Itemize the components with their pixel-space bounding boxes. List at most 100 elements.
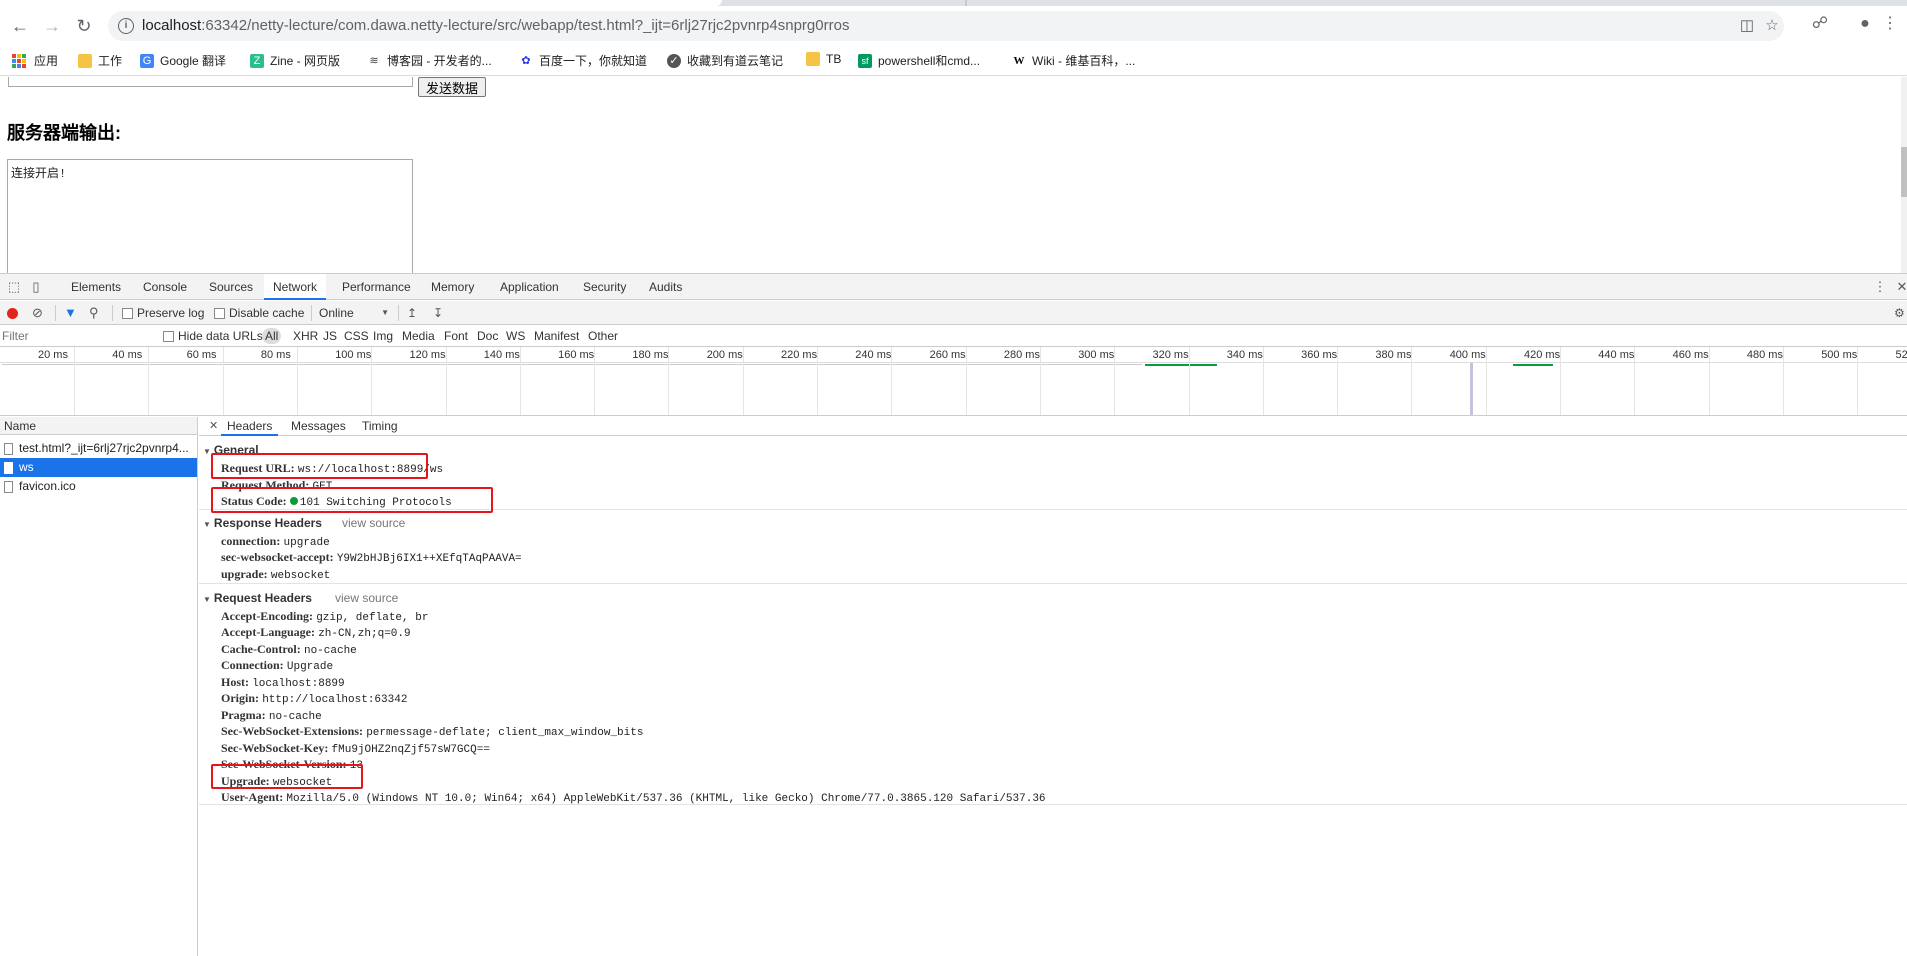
profile-icon[interactable]: ●	[1855, 14, 1875, 34]
timeline-grid-line	[1485, 347, 1487, 415]
bookmark-baidu[interactable]: ✿ 百度一下，你就知道	[519, 52, 647, 69]
timeline-grid-line	[1114, 347, 1116, 415]
clear-icon[interactable]: ⊘	[32, 304, 43, 322]
bookmark-label: 收藏到有道云笔记	[687, 54, 784, 68]
tab-performance[interactable]: Performance	[333, 274, 420, 300]
timeline-marker	[1470, 363, 1473, 415]
close-devtools-icon[interactable]: ✕	[1894, 279, 1907, 295]
filter-type-media[interactable]: Media	[399, 328, 438, 344]
tab-security[interactable]: Security	[574, 274, 635, 300]
bookmark-apps[interactable]: 应用	[12, 52, 58, 69]
response-headers-title[interactable]: ▼ Response Headers	[203, 516, 322, 530]
view-source-link[interactable]: view source	[335, 591, 398, 605]
tab-network[interactable]: Network	[264, 274, 327, 300]
bookmark-work[interactable]: 工作	[78, 52, 122, 69]
forward-icon[interactable]: →	[40, 14, 64, 38]
bookmark-powershell[interactable]: sf powershell和cmd...	[858, 52, 980, 69]
devtools-tab-bar: ⬚ ▯ Elements Console Sources Network Per…	[0, 274, 1907, 300]
preserve-log-checkbox[interactable]: Preserve log	[122, 304, 204, 322]
caret-down-icon: ▼	[203, 595, 211, 604]
tab-messages[interactable]: Messages	[285, 417, 352, 436]
translate-icon[interactable]: ◫	[1738, 17, 1756, 35]
tab-timing[interactable]: Timing	[356, 417, 404, 436]
header-row: sec-websocket-accept: Y9W2bHJBj6IX1++XEf…	[221, 550, 522, 565]
extension-icon[interactable]: ☍	[1810, 14, 1830, 34]
filter-icon[interactable]: ▼	[64, 304, 77, 322]
scrollbar-thumb[interactable]	[1901, 147, 1907, 197]
header-value: localhost:8899	[252, 678, 345, 690]
page-viewport: 发送数据 服务器端输出: 连接开启!	[0, 77, 1907, 273]
bookmark-label: Wiki - 维基百科，...	[1032, 54, 1136, 68]
filter-type-all[interactable]: All	[262, 328, 282, 344]
header-key: Request URL:	[221, 461, 295, 475]
view-source-link[interactable]: view source	[342, 516, 405, 530]
tab-sources[interactable]: Sources	[200, 274, 262, 300]
omnibox[interactable]: i localhost:63342/netty-lecture/com.dawa…	[108, 11, 1784, 41]
filter-type-font[interactable]: Font	[441, 328, 471, 344]
tab-application[interactable]: Application	[491, 274, 568, 300]
throttle-select[interactable]: Online ▼	[319, 304, 389, 322]
section-title-text: Response Headers	[213, 516, 322, 530]
tab-elements[interactable]: Elements	[62, 274, 130, 300]
timeline-grid-line	[1039, 347, 1041, 415]
filter-type-doc[interactable]: Doc	[474, 328, 501, 344]
request-headers-title[interactable]: ▼ Request Headers	[203, 591, 312, 605]
url-text[interactable]: localhost:63342/netty-lecture/com.dawa.n…	[142, 17, 849, 34]
filter-type-css[interactable]: CSS	[341, 328, 372, 344]
tab-console[interactable]: Console	[134, 274, 196, 300]
header-value: Y9W2bHJBj6IX1++XEfqTAqPAAVA=	[336, 553, 522, 565]
message-textarea[interactable]	[8, 77, 413, 87]
header-value: zh-CN,zh;q=0.9	[318, 628, 411, 640]
import-har-icon[interactable]: ↥	[407, 304, 417, 322]
record-icon[interactable]	[7, 304, 18, 322]
timeline-tick-label: 20 ms	[38, 349, 68, 361]
bookmark-youdao[interactable]: ✓ 收藏到有道云笔记	[667, 52, 783, 69]
site-info-icon[interactable]: i	[118, 18, 134, 34]
request-name: favicon.ico	[19, 479, 76, 493]
filter-type-xhr[interactable]: XHR	[290, 328, 321, 344]
menu-icon[interactable]: ⋮	[1880, 14, 1900, 34]
request-row-ws[interactable]: ws	[0, 458, 197, 477]
send-data-button[interactable]: 发送数据	[418, 77, 487, 97]
bookmark-google-translate[interactable]: G Google 翻译	[140, 52, 226, 69]
filter-input[interactable]	[2, 327, 152, 344]
folder-icon	[78, 53, 92, 68]
hide-data-urls-checkbox[interactable]: Hide data URLs	[160, 328, 266, 344]
reload-icon[interactable]: ↻	[72, 14, 96, 38]
bookmark-zine[interactable]: Z Zine - 网页版	[250, 52, 340, 69]
filter-type-js[interactable]: JS	[320, 328, 340, 344]
tab-headers[interactable]: Headers	[221, 417, 279, 436]
back-icon[interactable]: ←	[8, 14, 32, 38]
devtools-menu-icon[interactable]: ⋮	[1872, 279, 1888, 295]
export-har-icon[interactable]: ↧	[433, 304, 443, 322]
page-scrollbar[interactable]	[1901, 77, 1907, 273]
timeline-tick-label: 200 ms	[706, 349, 743, 361]
network-settings-icon[interactable]: ⚙	[1894, 304, 1905, 322]
bookmark-wiki[interactable]: W Wiki - 维基百科，...	[1012, 52, 1136, 69]
filter-type-ws[interactable]: WS	[503, 328, 528, 344]
general-section-title[interactable]: ▼ General	[203, 443, 259, 457]
filter-type-img[interactable]: Img	[370, 328, 396, 344]
filter-type-manifest[interactable]: Manifest	[531, 328, 582, 344]
search-icon[interactable]: ⚲	[89, 304, 99, 322]
bookmarks-bar: 应用 工作 G Google 翻译 Z Zine - 网页版 ≋ 博客园 - 开…	[0, 46, 1907, 76]
filter-type-other[interactable]: Other	[585, 328, 621, 344]
timeline-tick-label: 460 ms	[1672, 349, 1709, 361]
device-toolbar-icon[interactable]: ▯	[28, 279, 44, 295]
status-ok-icon	[289, 497, 298, 505]
bookmark-cnblogs[interactable]: ≋ 博客园 - 开发者的...	[367, 52, 491, 69]
request-row-favicon[interactable]: favicon.ico	[0, 477, 197, 496]
disable-cache-checkbox[interactable]: Disable cache	[214, 304, 304, 322]
header-key: User-Agent:	[221, 790, 284, 804]
timeline-grid-line	[1634, 347, 1636, 415]
bookmark-tb[interactable]: TB	[806, 52, 841, 66]
star-icon[interactable]: ☆	[1763, 17, 1781, 35]
tab-audits[interactable]: Audits	[640, 274, 691, 300]
request-list-header[interactable]: Name	[0, 417, 197, 435]
server-output-textarea[interactable]: 连接开启!	[7, 159, 413, 273]
tab-memory[interactable]: Memory	[422, 274, 483, 300]
timeline-tick-label: 260 ms	[929, 349, 966, 361]
network-timeline[interactable]: 20 ms 40 ms 60 ms 80 ms 100 ms 120 ms 140 ms 16…	[0, 347, 1907, 416]
inspect-element-icon[interactable]: ⬚	[6, 279, 22, 295]
request-row-test-html[interactable]: test.html?_ijt=6rlj27rjc2pvnrp4...	[0, 439, 197, 458]
